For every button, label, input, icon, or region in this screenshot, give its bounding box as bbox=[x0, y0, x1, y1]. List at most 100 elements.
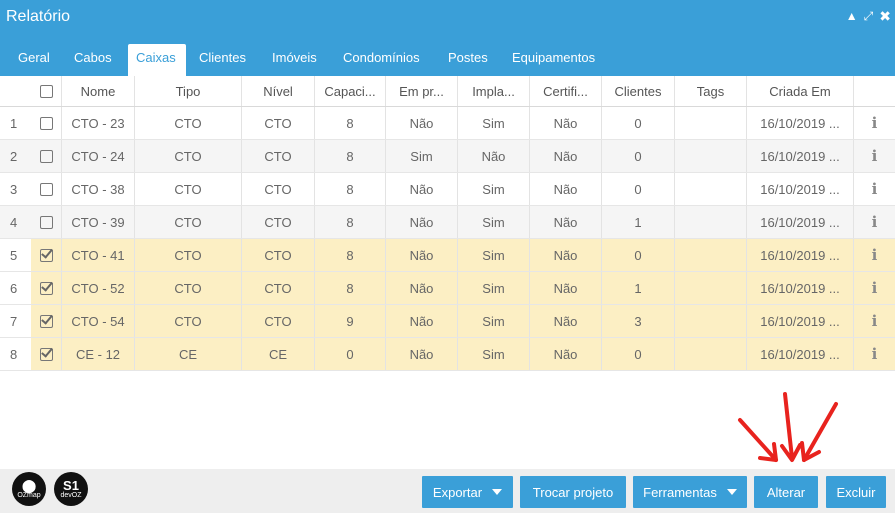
cell-tipo: CTO bbox=[135, 140, 242, 172]
checkbox-icon[interactable] bbox=[39, 149, 53, 163]
checkbox-icon[interactable] bbox=[39, 116, 53, 130]
cell-implantada: Sim bbox=[458, 206, 530, 238]
cell-em-projeto: Sim bbox=[386, 140, 458, 172]
column-header-criada-em[interactable]: Criada Em bbox=[747, 76, 854, 106]
tab-cabos[interactable]: Cabos bbox=[66, 44, 120, 76]
annotation-arrow-left bbox=[738, 418, 778, 462]
trocar-projeto-button[interactable]: Trocar projeto bbox=[520, 476, 626, 508]
table-row[interactable]: 5 CTO - 41 CTO CTO 8 Não Sim Não 0 16/10/2019 ...… bbox=[0, 239, 895, 272]
checkbox-icon[interactable] bbox=[39, 347, 53, 361]
alterar-button[interactable]: Alterar bbox=[754, 476, 818, 508]
row-number: 1 bbox=[10, 115, 18, 131]
annotation-arrows bbox=[738, 392, 838, 462]
row-select-cell[interactable] bbox=[31, 305, 62, 337]
cell-clientes: 0 bbox=[602, 173, 675, 205]
cell-certificada: Não bbox=[530, 305, 602, 337]
exportar-button[interactable]: Exportar bbox=[422, 476, 513, 508]
column-header-certificada[interactable]: Certifi... bbox=[530, 76, 602, 106]
row-select-cell[interactable] bbox=[31, 206, 62, 238]
info-icon[interactable]: i bbox=[872, 180, 878, 198]
table-row[interactable]: 1 CTO - 23 CTO CTO 8 Não Sim Não 0 16/10/2019 ...… bbox=[0, 107, 895, 140]
table-row[interactable]: 4 CTO - 39 CTO CTO 8 Não Sim Não 1 16/10/2019 ...… bbox=[0, 206, 895, 239]
trocar-projeto-label: Trocar projeto bbox=[532, 484, 614, 500]
column-header-nome[interactable]: Nome bbox=[62, 76, 135, 106]
column-header-tags[interactable]: Tags bbox=[675, 76, 747, 106]
window-controls: ▲ ⤢ ✖ bbox=[846, 9, 891, 23]
row-info-cell[interactable]: i bbox=[854, 173, 895, 205]
table-row[interactable]: 2 CTO - 24 CTO CTO 8 Sim Não Não 0 16/10/2019 ...… bbox=[0, 140, 895, 173]
header-select-all[interactable] bbox=[31, 76, 62, 106]
row-select-cell[interactable] bbox=[31, 107, 62, 139]
caret-up-icon[interactable]: ▲ bbox=[846, 10, 858, 22]
row-info-cell[interactable]: i bbox=[854, 140, 895, 172]
info-icon[interactable]: i bbox=[872, 345, 878, 363]
cell-criada-em: 16/10/2019 ... bbox=[747, 272, 854, 304]
tab-imoveis[interactable]: Imóveis bbox=[264, 44, 325, 76]
cell-clientes: 0 bbox=[602, 107, 675, 139]
info-icon[interactable]: i bbox=[872, 246, 878, 264]
dropdown-caret-icon bbox=[492, 489, 503, 495]
row-info-cell[interactable]: i bbox=[854, 206, 895, 238]
cell-certificada: Não bbox=[530, 107, 602, 139]
footer-bar: ⬤ OZmap S1 devOZ Exportar Trocar projeto… bbox=[0, 469, 895, 513]
devoz-logo-text: devOZ bbox=[60, 491, 82, 499]
cell-nome: CTO - 52 bbox=[62, 272, 135, 304]
tab-geral[interactable]: Geral bbox=[10, 44, 58, 76]
cell-capacidade: 0 bbox=[315, 338, 386, 370]
close-icon[interactable]: ✖ bbox=[879, 9, 891, 23]
ferramentas-button[interactable]: Ferramentas bbox=[633, 476, 747, 508]
row-info-cell[interactable]: i bbox=[854, 272, 895, 304]
info-icon[interactable]: i bbox=[872, 279, 878, 297]
table-row[interactable]: 3 CTO - 38 CTO CTO 8 Não Sim Não 0 16/10/2019 ...… bbox=[0, 173, 895, 206]
row-select-cell[interactable] bbox=[31, 338, 62, 370]
column-header-implantada[interactable]: Impla... bbox=[458, 76, 530, 106]
cell-tags bbox=[675, 305, 747, 337]
tab-clientes[interactable]: Clientes bbox=[191, 44, 254, 76]
row-number: 4 bbox=[10, 214, 18, 230]
column-header-clientes[interactable]: Clientes bbox=[602, 76, 675, 106]
tab-caixas[interactable]: Caixas bbox=[128, 44, 186, 76]
excluir-button[interactable]: Excluir bbox=[826, 476, 886, 508]
row-number: 5 bbox=[0, 239, 31, 271]
column-header-capacidade[interactable]: Capaci... bbox=[315, 76, 386, 106]
row-select-cell[interactable] bbox=[31, 173, 62, 205]
checkbox-icon[interactable] bbox=[39, 281, 53, 295]
row-info-cell[interactable]: i bbox=[854, 305, 895, 337]
cell-capacidade: 8 bbox=[315, 140, 386, 172]
expand-icon[interactable]: ⤢ bbox=[864, 10, 874, 22]
column-header-nivel[interactable]: Nível bbox=[242, 76, 315, 106]
checkbox-icon[interactable] bbox=[39, 215, 53, 229]
cell-em-projeto: Não bbox=[386, 206, 458, 238]
row-info-cell[interactable]: i bbox=[854, 338, 895, 370]
info-icon[interactable]: i bbox=[872, 147, 878, 165]
cell-tipo: CTO bbox=[135, 107, 242, 139]
checkbox-icon[interactable] bbox=[39, 84, 53, 98]
row-select-cell[interactable] bbox=[31, 239, 62, 271]
row-info-cell[interactable]: i bbox=[854, 239, 895, 271]
info-icon[interactable]: i bbox=[872, 312, 878, 330]
row-info-cell[interactable]: i bbox=[854, 107, 895, 139]
cell-criada-em: 16/10/2019 ... bbox=[747, 107, 854, 139]
table-row[interactable]: 7 CTO - 54 CTO CTO 9 Não Sim Não 3 16/10/2019 ...… bbox=[0, 305, 895, 338]
cell-tags bbox=[675, 272, 747, 304]
info-icon[interactable]: i bbox=[872, 114, 878, 132]
cell-criada-em: 16/10/2019 ... bbox=[747, 305, 854, 337]
cell-em-projeto: Não bbox=[386, 305, 458, 337]
column-header-tipo[interactable]: Tipo bbox=[135, 76, 242, 106]
table-row[interactable]: 8 CE - 12 CE CE 0 Não Sim Não 0 16/10/2019 ... i bbox=[0, 338, 895, 371]
cell-tipo: CTO bbox=[135, 206, 242, 238]
column-header-em-projeto[interactable]: Em pr... bbox=[386, 76, 458, 106]
checkbox-icon[interactable] bbox=[39, 248, 53, 262]
cell-tags bbox=[675, 239, 747, 271]
checkbox-icon[interactable] bbox=[39, 182, 53, 196]
tab-equipamentos[interactable]: Equipamentos bbox=[504, 44, 603, 76]
tab-condominios[interactable]: Condomínios bbox=[335, 44, 428, 76]
tab-postes[interactable]: Postes bbox=[440, 44, 496, 76]
table-row[interactable]: 6 CTO - 52 CTO CTO 8 Não Sim Não 1 16/10/2019 ...… bbox=[0, 272, 895, 305]
cell-tags bbox=[675, 206, 747, 238]
checkbox-icon[interactable] bbox=[39, 314, 53, 328]
cell-capacidade: 8 bbox=[315, 239, 386, 271]
row-select-cell[interactable] bbox=[31, 140, 62, 172]
row-select-cell[interactable] bbox=[31, 272, 62, 304]
info-icon[interactable]: i bbox=[872, 213, 878, 231]
